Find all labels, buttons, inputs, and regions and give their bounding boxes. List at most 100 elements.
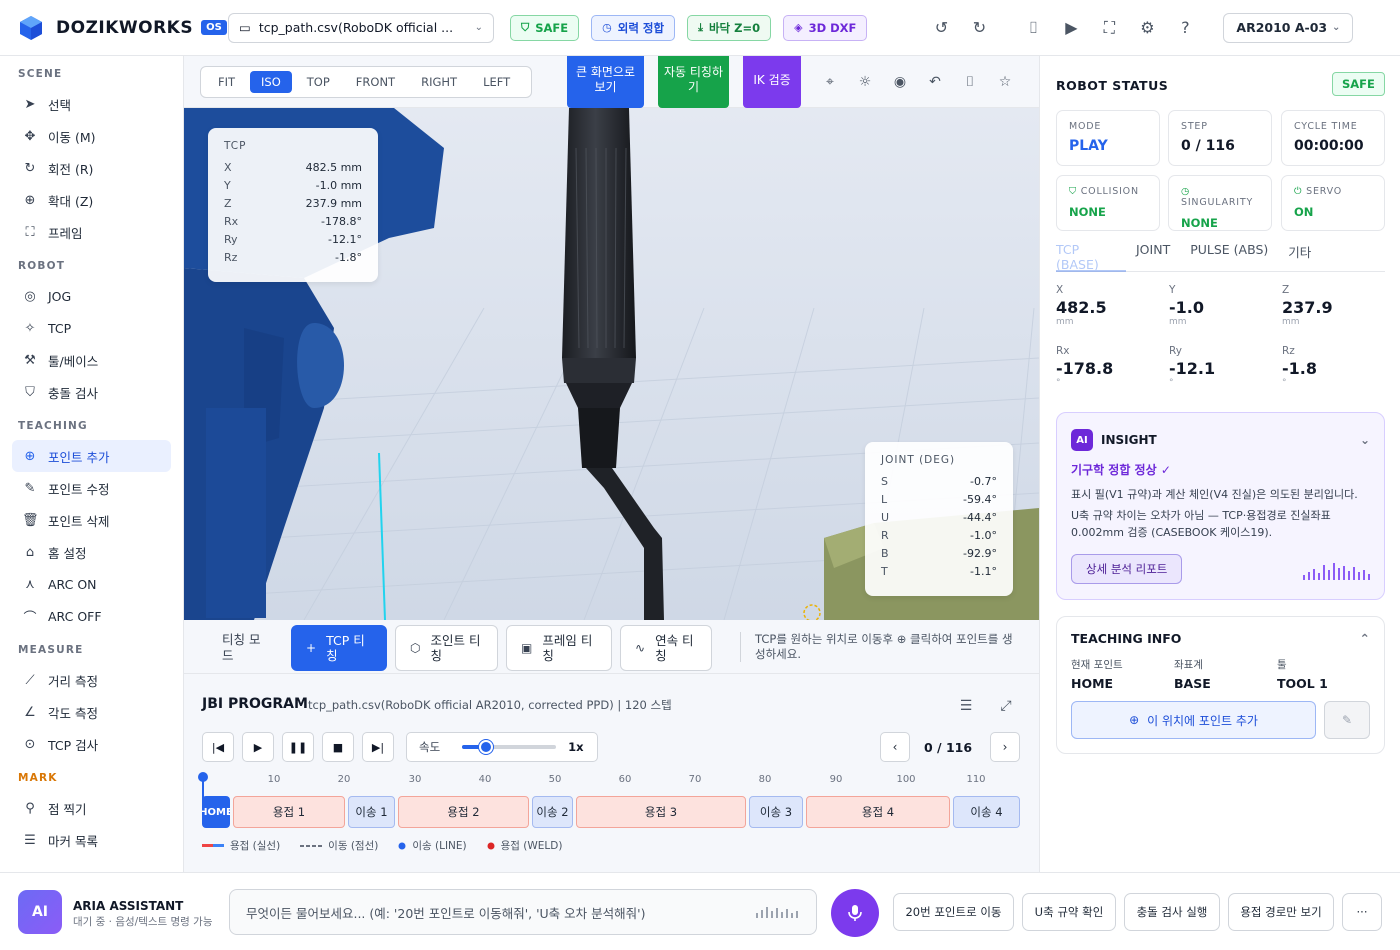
view-tab-top[interactable]: TOP bbox=[296, 71, 341, 93]
status-card-value: 0 / 116 bbox=[1181, 138, 1235, 154]
sidebar-item-angle[interactable]: ∠ 각도 측정 bbox=[12, 696, 171, 728]
floor-chip[interactable]: ⤓ 바닥 Z=0 bbox=[687, 14, 772, 41]
sidebar-item-collision[interactable]: ⛉ 충돌 검사 bbox=[12, 376, 171, 408]
reset-view-icon[interactable]: ↶ bbox=[923, 70, 947, 94]
chevron-up-icon[interactable]: ⌃ bbox=[1360, 631, 1370, 646]
tab-tcp-base[interactable]: TCP (BASE) bbox=[1056, 242, 1126, 272]
status-card-step: STEP 0 / 116 bbox=[1168, 110, 1272, 166]
skip-back-button[interactable]: |◀ bbox=[202, 732, 234, 762]
joint-readout-card: JOINT (DEG) S -0.7° L -59.4° U -44.4° R -1.0… bbox=[865, 442, 1013, 596]
timeline-segment-weld-2[interactable]: 용접 2 bbox=[398, 796, 529, 828]
timeline-segment-weld-4[interactable]: 용접 4 bbox=[806, 796, 950, 828]
pause-button[interactable]: ❚❚ bbox=[282, 732, 314, 762]
dxf-chip[interactable]: ◈ 3D DXF bbox=[783, 14, 868, 41]
file-select[interactable]: ▭ tcp_path.csv(RoboDK official ... ⌄ bbox=[228, 12, 494, 43]
coord-label: X bbox=[1056, 284, 1064, 296]
crosshair-icon[interactable]: ⌖ bbox=[818, 70, 842, 94]
3d-viewport[interactable]: TCP X 482.5 mm Y -1.0 mm Z 237.9 mm Rx -178.… bbox=[184, 56, 1039, 620]
sidebar-item-add-point[interactable]: ⊕ 포인트 추가 bbox=[12, 440, 171, 472]
sidebar-item-mark-point[interactable]: ⚲ 점 찍기 bbox=[12, 792, 171, 824]
view-tab-right[interactable]: RIGHT bbox=[410, 71, 468, 93]
eye-icon[interactable]: ◉ bbox=[888, 70, 912, 94]
coord-label: Y bbox=[1169, 284, 1176, 296]
quick-check-u-axis[interactable]: U축 규약 확인 bbox=[1022, 893, 1116, 931]
camera-icon[interactable]: ⌷ bbox=[1019, 14, 1047, 42]
assistant-input[interactable]: 무엇이든 물어보세요... (예: '20번 포인트로 이동해줘', 'U축 오… bbox=[229, 889, 817, 935]
external-force-chip[interactable]: ◷ 외력 정합 bbox=[591, 14, 676, 41]
timeline-segment-move-1[interactable]: 이송 1 bbox=[348, 796, 395, 828]
stop-button[interactable]: ■ bbox=[322, 732, 354, 762]
joint-key: L bbox=[881, 492, 888, 506]
play-button[interactable]: ▶ bbox=[242, 732, 274, 762]
robot-select[interactable]: AR2010 A-03 ⌄ bbox=[1223, 12, 1354, 43]
snapshot-icon[interactable]: ⌷ bbox=[958, 70, 982, 94]
timeline-segment-move-3[interactable]: 이송 3 bbox=[749, 796, 803, 828]
skip-forward-button[interactable]: ▶| bbox=[362, 732, 394, 762]
ik-verify-button[interactable]: IK 검증 bbox=[743, 56, 801, 108]
joint-teaching-button[interactable]: ⬡ 조인트 티칭 bbox=[395, 625, 498, 671]
big-view-button[interactable]: 큰 화면으로 보기 bbox=[567, 56, 644, 108]
gear-icon[interactable]: ⚙ bbox=[1133, 14, 1161, 42]
more-options-button[interactable]: ··· bbox=[1342, 893, 1382, 931]
continuous-teaching-button[interactable]: ∿ 연속 티칭 bbox=[620, 625, 712, 671]
microphone-button[interactable] bbox=[831, 889, 879, 937]
sidebar-item-select[interactable]: ➤ 선택 bbox=[12, 88, 171, 120]
sidebar-item-distance[interactable]: ⟋ 거리 측정 bbox=[12, 664, 171, 696]
quick-collision-check[interactable]: 충돌 검사 실행 bbox=[1124, 893, 1220, 931]
help-icon[interactable]: ? bbox=[1171, 14, 1199, 42]
sun-icon[interactable]: ☼ bbox=[853, 70, 877, 94]
safe-chip[interactable]: ⛉ SAFE bbox=[510, 14, 580, 41]
view-tab-front[interactable]: FRONT bbox=[345, 71, 406, 93]
timeline-segment-weld-1[interactable]: 용접 1 bbox=[233, 796, 345, 828]
timeline-segment-move-2[interactable]: 이송 2 bbox=[532, 796, 573, 828]
prev-step-button[interactable]: ‹ bbox=[880, 732, 910, 762]
tcp-teaching-button[interactable]: + TCP 티칭 bbox=[291, 625, 387, 671]
frame-teaching-button[interactable]: ▣ 프레임 티칭 bbox=[506, 625, 612, 671]
sidebar-item-edit-point[interactable]: ✎ 포인트 수정 bbox=[12, 472, 171, 504]
sidebar-item-move[interactable]: ✥ 이동 (M) bbox=[12, 120, 171, 152]
tcp-key: Rz bbox=[224, 250, 238, 264]
sidebar-item-delete-point[interactable]: 🗑 포인트 삭제 bbox=[12, 504, 171, 536]
timeline-ruler: 10 20 30 40 50 60 70 80 90 100 110 bbox=[202, 774, 1020, 790]
timeline-segment-weld-3[interactable]: 용접 3 bbox=[576, 796, 746, 828]
quick-goto-20[interactable]: 20번 포인트로 이동 bbox=[893, 893, 1014, 931]
detail-report-button[interactable]: 상세 분석 리포트 bbox=[1071, 554, 1183, 584]
frame-icon: ⛶ bbox=[25, 224, 35, 240]
video-icon[interactable]: ▶ bbox=[1057, 14, 1085, 42]
sidebar-item-frame[interactable]: ⛶ 프레임 bbox=[12, 216, 171, 248]
sidebar-item-zoom[interactable]: ⊕ 확대 (Z) bbox=[12, 184, 171, 216]
sidebar-item-rotate[interactable]: ↻ 회전 (R) bbox=[12, 152, 171, 184]
speed-slider[interactable] bbox=[462, 740, 557, 754]
view-tab-left[interactable]: LEFT bbox=[472, 71, 521, 93]
edit-point-button[interactable]: ✎ bbox=[1324, 701, 1370, 739]
view-tab-fit[interactable]: FIT bbox=[207, 71, 246, 93]
timeline-segment-home[interactable]: HOME bbox=[202, 796, 230, 828]
view-tab-iso[interactable]: ISO bbox=[250, 71, 292, 93]
star-icon[interactable]: ☆ bbox=[993, 70, 1017, 94]
sidebar-item-arc-on[interactable]: ⋏ ARC ON bbox=[12, 568, 171, 600]
sidebar-item-home[interactable]: ⌂ 홈 설정 bbox=[12, 536, 171, 568]
sidebar-item-arc-off[interactable]: ⌒ ARC OFF bbox=[12, 600, 171, 632]
sidebar-item-jog[interactable]: ◎ JOG bbox=[12, 280, 171, 312]
tab-pulse[interactable]: PULSE (ABS) bbox=[1190, 242, 1278, 272]
quick-weld-path-only[interactable]: 용접 경로만 보기 bbox=[1228, 893, 1334, 931]
chevron-down-icon[interactable]: ⌄ bbox=[1360, 433, 1370, 447]
auto-teach-button[interactable]: 자동 티칭하기 bbox=[658, 56, 729, 108]
tab-other[interactable]: 기타 bbox=[1288, 242, 1321, 272]
redo-icon[interactable]: ↻ bbox=[965, 14, 993, 42]
sidebar-item-tcp[interactable]: ✧ TCP bbox=[12, 312, 171, 344]
fullscreen-icon[interactable]: ⛶ bbox=[1095, 14, 1123, 42]
sidebar-item-tcp-check[interactable]: ⊙ TCP 검사 bbox=[12, 728, 171, 760]
move-icon: ✥ bbox=[24, 128, 36, 144]
expand-icon[interactable]: ⤢ bbox=[994, 694, 1018, 718]
sidebar-item-tool-base[interactable]: ⚒ 툴/베이스 bbox=[12, 344, 171, 376]
sidebar-item-marker-list[interactable]: ☰ 마커 목록 bbox=[12, 824, 171, 856]
next-step-button[interactable]: › bbox=[990, 732, 1020, 762]
undo-icon[interactable]: ↺ bbox=[927, 14, 955, 42]
timeline-segment-move-4[interactable]: 이송 4 bbox=[953, 796, 1020, 828]
speed-slider-handle[interactable] bbox=[478, 740, 493, 754]
tab-joint[interactable]: JOINT bbox=[1136, 242, 1180, 272]
sidebar-item-label: 거리 측정 bbox=[48, 673, 98, 689]
menu-icon[interactable]: ☰ bbox=[954, 694, 978, 718]
add-point-here-button[interactable]: ⊕ 이 위치에 포인트 추가 bbox=[1071, 701, 1316, 739]
